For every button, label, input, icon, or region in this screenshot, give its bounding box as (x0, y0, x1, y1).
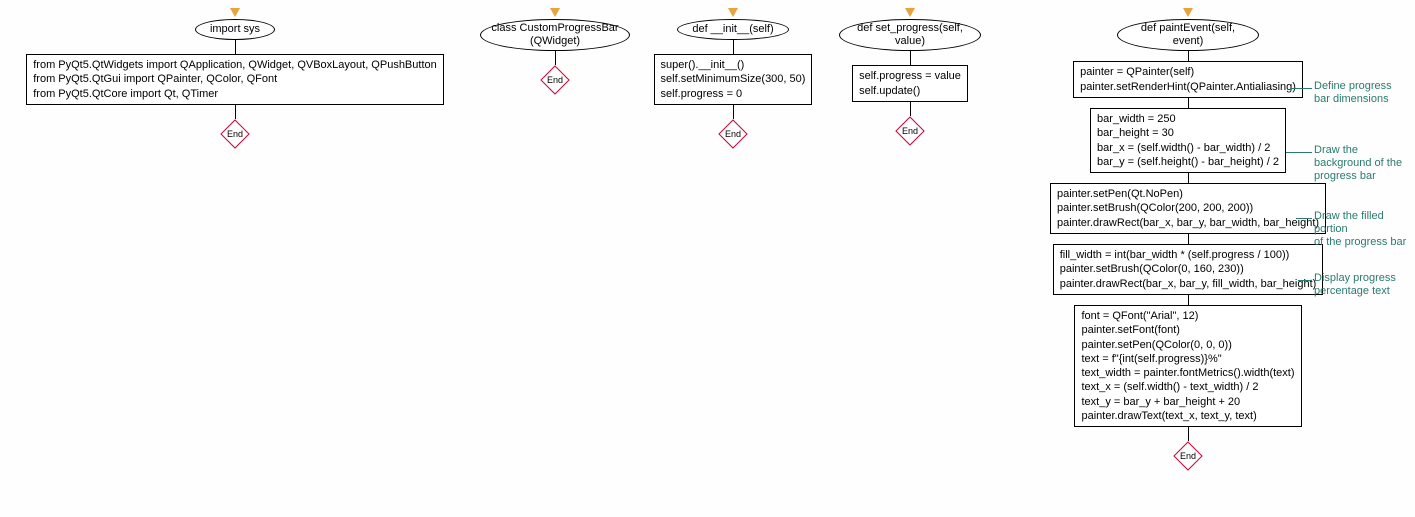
flow-column-paintevent: def paintEvent(self,event) painter = QPa… (998, 8, 1408, 471)
node-init-def: def __init__(self) (677, 19, 788, 40)
end-label: End (1180, 451, 1196, 461)
comment-bar-fill: Draw the filled portionof the progress b… (1314, 210, 1408, 250)
end-terminator-icon: End (895, 116, 925, 146)
connector-line (1188, 51, 1189, 61)
connector-line (733, 105, 734, 119)
comment-connector (1290, 88, 1312, 89)
connector-line (1188, 427, 1189, 441)
node-setprogress-body: self.progress = valueself.update() (852, 65, 968, 102)
connector-line (1188, 98, 1189, 108)
entry-arrow-icon (905, 8, 915, 17)
flow-column-import: import sys from PyQt5.QtWidgets import Q… (10, 8, 460, 149)
entry-arrow-icon (1183, 8, 1193, 17)
end-terminator-icon: End (220, 119, 250, 149)
node-class-def: class CustomProgressBar(QWidget) (480, 19, 629, 51)
comment-text: Display progresspercentage text (1314, 272, 1396, 298)
comment-connector (1298, 280, 1312, 281)
end-label: End (725, 129, 741, 139)
connector-line (733, 40, 734, 54)
comment-bar-dims: Define progressbar dimensions (1314, 80, 1392, 106)
comment-connector (1286, 152, 1312, 153)
node-setprogress-def: def set_progress(self,value) (839, 19, 981, 51)
end-terminator-icon: End (1173, 441, 1203, 471)
connector-line (555, 51, 556, 65)
entry-arrow-icon (728, 8, 738, 17)
node-paintevent-def: def paintEvent(self,event) (1117, 19, 1259, 51)
end-terminator-icon: End (718, 119, 748, 149)
node-init-body: super().__init__()self.setMinimumSize(30… (654, 54, 813, 105)
flow-column-setprogress: def set_progress(self,value) self.progre… (830, 8, 990, 146)
comment-bar-bg: Draw the background of theprogress bar (1314, 144, 1408, 184)
connector-line (1188, 173, 1189, 183)
connector-line (910, 102, 911, 116)
node-bar-dims: bar_width = 250bar_height = 30bar_x = (s… (1090, 108, 1286, 173)
node-bar-bg: painter.setPen(Qt.NoPen)painter.setBrush… (1050, 183, 1326, 234)
node-imports-box: from PyQt5.QtWidgets import QApplication… (26, 54, 444, 105)
connector-line (1188, 234, 1189, 244)
node-draw-text: font = QFont("Arial", 12)painter.setFont… (1074, 305, 1301, 427)
end-label: End (902, 126, 918, 136)
flow-column-init: def __init__(self) super().__init__()sel… (648, 8, 818, 149)
connector-line (910, 51, 911, 65)
end-terminator-icon: End (540, 65, 570, 95)
end-label: End (227, 129, 243, 139)
connector-line (235, 40, 236, 54)
connector-line (1188, 295, 1189, 305)
flow-column-class: class CustomProgressBar(QWidget) End (470, 8, 640, 95)
comment-connector (1296, 218, 1312, 219)
entry-arrow-icon (230, 8, 240, 17)
node-import-sys: import sys (195, 19, 275, 40)
node-bar-fill: fill_width = int(bar_width * (self.progr… (1053, 244, 1324, 295)
flowchart-canvas: import sys from PyQt5.QtWidgets import Q… (0, 0, 1415, 517)
node-painter-init: painter = QPainter(self)painter.setRende… (1073, 61, 1303, 98)
end-label: End (547, 75, 563, 85)
entry-arrow-icon (550, 8, 560, 17)
connector-line (235, 105, 236, 119)
